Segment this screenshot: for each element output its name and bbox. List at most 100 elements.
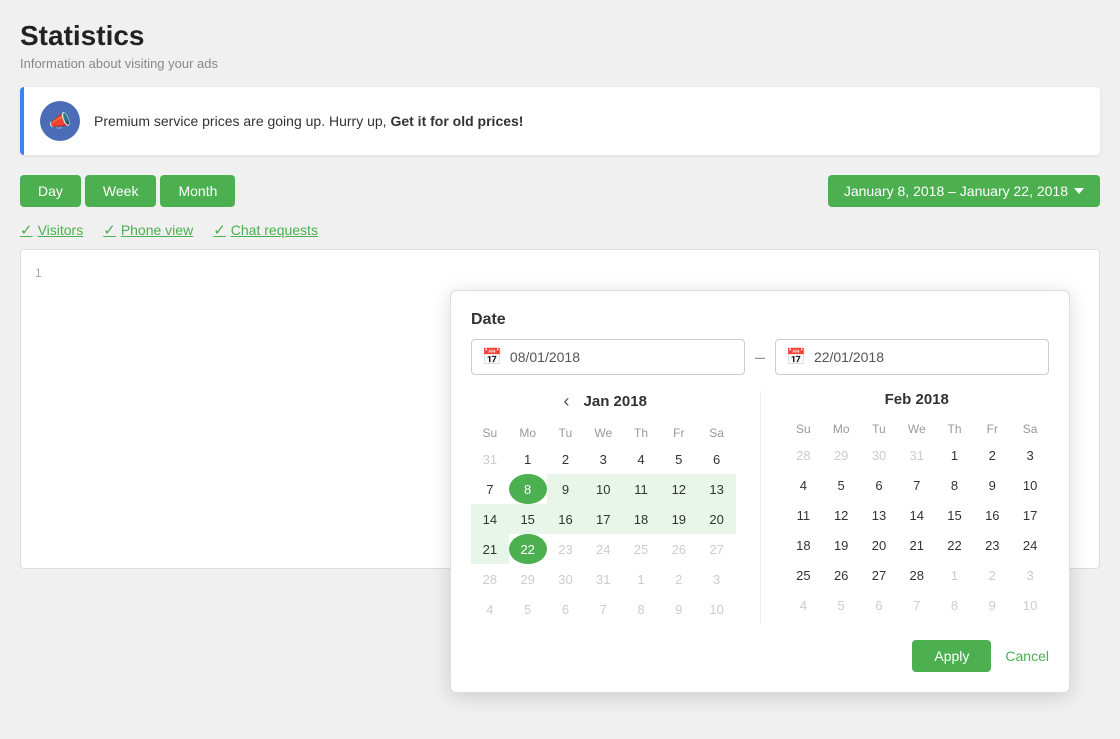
calendar-day[interactable]: 22 <box>509 534 547 564</box>
calendar-week-row: 18192021222324 <box>785 530 1050 560</box>
calendar-day[interactable]: 5 <box>660 444 698 474</box>
calendar-day: 31 <box>898 440 936 470</box>
calendar-day: 10 <box>698 594 736 624</box>
calendar-day[interactable]: 9 <box>547 474 585 504</box>
calendar-day[interactable]: 13 <box>860 500 898 530</box>
prev-month-button[interactable]: ‹ <box>560 391 574 412</box>
month-button[interactable]: Month <box>160 175 235 207</box>
calendar-divider <box>760 391 761 624</box>
apply-button[interactable]: Apply <box>912 640 991 672</box>
calendar-day[interactable]: 20 <box>698 504 736 534</box>
start-date-input[interactable]: 📅 08/01/2018 <box>471 339 745 375</box>
calendar-day[interactable]: 14 <box>471 504 509 534</box>
calendar-day[interactable]: 18 <box>785 530 823 560</box>
left-calendar: ‹ Jan 2018 SuMoTuWeThFrSa 31123456789101… <box>471 391 736 624</box>
phone-view-checkbox[interactable]: ✓ Phone view <box>103 221 193 239</box>
date-range-button[interactable]: January 8, 2018 – January 22, 2018 <box>828 175 1100 207</box>
date-picker-overlay: Date 📅 08/01/2018 – 📅 22/01/2018 ‹ Jan 2… <box>450 290 1070 693</box>
calendar-day[interactable]: 7 <box>898 470 936 500</box>
calendar-day[interactable]: 4 <box>785 470 823 500</box>
calendar-day[interactable]: 26 <box>822 560 860 590</box>
calendar-week-row: 45678910 <box>471 594 736 624</box>
calendar-day[interactable]: 12 <box>822 500 860 530</box>
calendar-day[interactable]: 6 <box>860 470 898 500</box>
calendar-day[interactable]: 1 <box>936 440 974 470</box>
calendar-day[interactable]: 7 <box>471 474 509 504</box>
calendar-day[interactable]: 6 <box>698 444 736 474</box>
calendar-day[interactable]: 3 <box>1011 440 1049 470</box>
calendar-day[interactable]: 15 <box>936 500 974 530</box>
left-calendar-header-row: SuMoTuWeThFrSa <box>471 422 736 444</box>
calendar-day: 30 <box>860 440 898 470</box>
calendar-day[interactable]: 8 <box>936 470 974 500</box>
day-of-week-header: Th <box>936 418 974 440</box>
day-of-week-header: Fr <box>660 422 698 444</box>
calendar-day[interactable]: 2 <box>973 440 1011 470</box>
calendars-row: ‹ Jan 2018 SuMoTuWeThFrSa 31123456789101… <box>471 391 1049 624</box>
calendar-week-row: 25262728123 <box>785 560 1050 590</box>
calendar-day[interactable]: 4 <box>622 444 660 474</box>
calendar-day[interactable]: 16 <box>547 504 585 534</box>
calendar-day[interactable]: 10 <box>584 474 622 504</box>
calendar-day[interactable]: 21 <box>898 530 936 560</box>
calendar-week-row: 11121314151617 <box>785 500 1050 530</box>
day-of-week-header: We <box>898 418 936 440</box>
end-date-input[interactable]: 📅 22/01/2018 <box>775 339 1049 375</box>
calendar-day: 31 <box>471 444 509 474</box>
calendar-day: 2 <box>973 560 1011 590</box>
calendar-day[interactable]: 11 <box>785 500 823 530</box>
period-btn-group: Day Week Month <box>20 175 235 207</box>
calendar-day[interactable]: 16 <box>973 500 1011 530</box>
calendar-day: 23 <box>547 534 585 564</box>
calendar-day[interactable]: 2 <box>547 444 585 474</box>
calendar-day[interactable]: 17 <box>584 504 622 534</box>
calendar-day[interactable]: 10 <box>1011 470 1049 500</box>
calendar-day[interactable]: 19 <box>660 504 698 534</box>
calendar-day: 25 <box>622 534 660 564</box>
calendar-day[interactable]: 24 <box>1011 530 1049 560</box>
day-of-week-header: Fr <box>973 418 1011 440</box>
calendar-day[interactable]: 23 <box>973 530 1011 560</box>
calendar-day: 29 <box>509 564 547 594</box>
calendar-day[interactable]: 1 <box>509 444 547 474</box>
calendar-day[interactable]: 12 <box>660 474 698 504</box>
visitors-checkbox[interactable]: ✓ Visitors <box>20 221 83 239</box>
day-of-week-header: We <box>584 422 622 444</box>
calendar-day: 28 <box>785 440 823 470</box>
calendar-day[interactable]: 3 <box>584 444 622 474</box>
calendar-day: 5 <box>509 594 547 624</box>
calendar-day[interactable]: 17 <box>1011 500 1049 530</box>
calendar-day: 7 <box>584 594 622 624</box>
calendar-day[interactable]: 19 <box>822 530 860 560</box>
chat-requests-checkbox[interactable]: ✓ Chat requests <box>213 221 318 239</box>
calendar-day: 29 <box>822 440 860 470</box>
calendar-day[interactable]: 27 <box>860 560 898 590</box>
left-calendar-month: Jan 2018 <box>584 393 647 410</box>
calendar-day[interactable]: 5 <box>822 470 860 500</box>
calendar-day[interactable]: 11 <box>622 474 660 504</box>
calendar-day: 1 <box>622 564 660 594</box>
calendar-week-row: 78910111213 <box>471 474 736 504</box>
calendar-day[interactable]: 28 <box>898 560 936 590</box>
calendar-day[interactable]: 9 <box>973 470 1011 500</box>
cancel-button[interactable]: Cancel <box>1005 648 1049 664</box>
calendar-day[interactable]: 22 <box>936 530 974 560</box>
calendar-day[interactable]: 25 <box>785 560 823 590</box>
calendar-day[interactable]: 21 <box>471 534 509 564</box>
calendar-week-row: 28293031123 <box>471 564 736 594</box>
calendar-day[interactable]: 15 <box>509 504 547 534</box>
calendar-day[interactable]: 18 <box>622 504 660 534</box>
calendar-week-row: 28293031123 <box>785 440 1050 470</box>
left-calendar-grid: SuMoTuWeThFrSa 3112345678910111213141516… <box>471 422 736 624</box>
calendar-day[interactable]: 20 <box>860 530 898 560</box>
notification-banner: 📣 Premium service prices are going up. H… <box>20 87 1100 155</box>
calendar-day: 4 <box>785 590 823 620</box>
week-button[interactable]: Week <box>85 175 157 207</box>
calendar-day[interactable]: 8 <box>509 474 547 504</box>
calendar-day: 6 <box>547 594 585 624</box>
calendar-day[interactable]: 13 <box>698 474 736 504</box>
date-picker-label: Date <box>471 311 1049 329</box>
calendar-day[interactable]: 14 <box>898 500 936 530</box>
day-button[interactable]: Day <box>20 175 81 207</box>
page-title: Statistics <box>20 20 1100 52</box>
